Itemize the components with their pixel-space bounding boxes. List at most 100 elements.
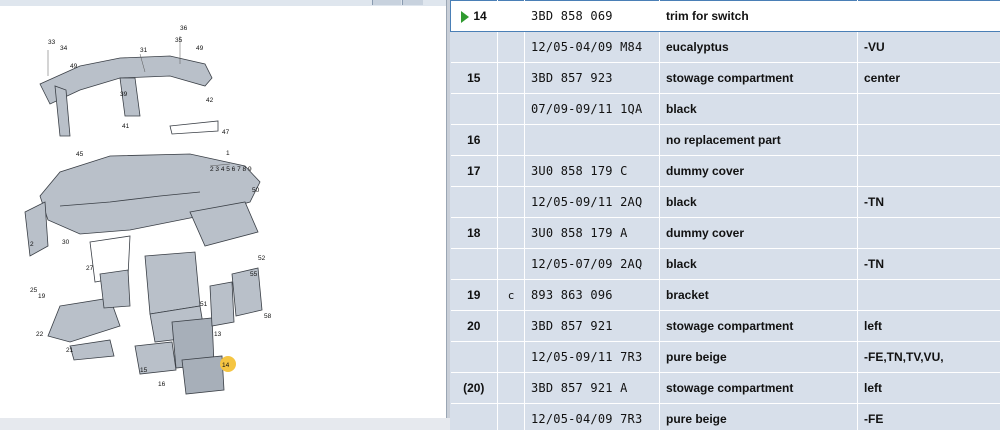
table-row[interactable]: 15 3BD 857 923 stowage compartment center	[450, 62, 1000, 94]
indicator-cell	[497, 217, 525, 249]
svg-text:41: 41	[122, 123, 130, 130]
remark-cell: left	[857, 310, 1000, 342]
svg-text:16: 16	[158, 381, 166, 388]
table-row[interactable]: 12/05-07/09 2AQ black -TN	[450, 248, 1000, 280]
remark-cell-text: center	[864, 71, 901, 85]
remark-cell: left	[857, 372, 1000, 404]
part-number-cell-text: 3BD 858 069	[531, 9, 613, 23]
table-row[interactable]: 14 3BD 858 069 trim for switch	[450, 0, 1000, 32]
position-cell: 19	[450, 279, 498, 311]
svg-text:30: 30	[62, 239, 70, 246]
indicator-cell	[497, 93, 525, 125]
indicator-cell	[497, 403, 525, 430]
description-cell-text: pure beige	[666, 350, 727, 364]
svg-text:2: 2	[30, 241, 34, 248]
svg-text:49: 49	[70, 63, 78, 70]
description-cell-text: eucalyptus	[666, 40, 729, 54]
part-number-cell-text: 12/05-09/11 2AQ	[531, 195, 643, 209]
part-number-cell: 3BD 857 921	[524, 310, 660, 342]
position-cell: 16	[450, 124, 498, 156]
remark-cell	[857, 93, 1000, 125]
table-row[interactable]: 19 c 893 863 096 bracket	[450, 279, 1000, 311]
svg-text:47: 47	[222, 129, 230, 136]
position-cell: 14	[450, 0, 498, 32]
toolbar-button[interactable]	[402, 0, 423, 5]
table-row[interactable]: (20) 3BD 857 921 A stowage compartment left	[450, 372, 1000, 404]
position-cell: 18	[450, 217, 498, 249]
svg-text:25: 25	[30, 287, 38, 294]
table-row[interactable]: 17 3U0 858 179 C dummy cover	[450, 155, 1000, 187]
indicator-cell	[497, 124, 525, 156]
position-cell: 15	[450, 62, 498, 94]
table-row[interactable]: 07/09-09/11 1QA black	[450, 93, 1000, 125]
position-cell-text: 17	[467, 164, 481, 178]
description-cell: stowage compartment	[659, 310, 858, 342]
table-row[interactable]: 12/05-09/11 2AQ black -TN	[450, 186, 1000, 218]
part-number-cell-text: 3U0 858 179 A	[531, 226, 628, 240]
svg-text:45: 45	[76, 151, 84, 158]
position-cell	[450, 93, 498, 125]
svg-text:35: 35	[175, 37, 183, 44]
remark-cell-text: -TN	[864, 257, 884, 271]
part-number-cell	[524, 124, 660, 156]
description-cell-text: trim for switch	[666, 9, 749, 23]
table-row[interactable]: 18 3U0 858 179 A dummy cover	[450, 217, 1000, 249]
part-number-cell-text: 3U0 858 179 C	[531, 164, 628, 178]
parts-table: 14 3BD 858 069 trim for switch 12/05-04/09 …	[450, 0, 1000, 430]
description-cell: no replacement part	[659, 124, 858, 156]
position-cell-text: 18	[467, 226, 481, 240]
status-strip	[0, 418, 450, 430]
position-cell: 17	[450, 155, 498, 187]
part-number-cell: 07/09-09/11 1QA	[524, 93, 660, 125]
remark-cell	[857, 279, 1000, 311]
table-row[interactable]: 12/05-09/11 7R3 pure beige -FE,TN,TV,VU,	[450, 341, 1000, 373]
description-cell-text: dummy cover	[666, 164, 745, 178]
parts-list-pane: 14 3BD 858 069 trim for switch 12/05-04/09 …	[450, 0, 1000, 430]
description-cell-text: bracket	[666, 288, 709, 302]
remark-cell: -TN	[857, 186, 1000, 218]
remark-cell-text: -TN	[864, 195, 884, 209]
indicator-cell	[497, 372, 525, 404]
svg-text:22: 22	[36, 331, 44, 338]
position-cell-text: 20	[467, 319, 481, 333]
svg-text:33: 33	[48, 39, 56, 46]
table-row[interactable]: 20 3BD 857 921 stowage compartment left	[450, 310, 1000, 342]
part-number-cell: 3BD 858 069	[524, 0, 660, 32]
toolbar-button[interactable]	[372, 0, 401, 5]
selected-row-arrow-icon	[461, 10, 470, 23]
part-number-cell-text: 12/05-04/09 7R3	[531, 412, 643, 426]
svg-text:55: 55	[250, 271, 258, 278]
description-cell: eucalyptus	[659, 31, 858, 63]
svg-text:42: 42	[206, 97, 214, 104]
description-cell: black	[659, 93, 858, 125]
description-cell: black	[659, 186, 858, 218]
indicator-cell-text: c	[507, 288, 515, 302]
indicator-cell: c	[497, 279, 525, 311]
indicator-cell	[497, 62, 525, 94]
position-cell-text: 19	[467, 288, 481, 302]
description-cell: bracket	[659, 279, 858, 311]
table-row[interactable]: 16 no replacement part	[450, 124, 1000, 156]
svg-text:27: 27	[86, 265, 94, 272]
remark-cell: -FE	[857, 403, 1000, 430]
part-number-cell-text: 12/05-09/11 7R3	[531, 350, 643, 364]
table-row[interactable]: 12/05-04/09 M84 eucalyptus -VU	[450, 31, 1000, 63]
parts-diagram: 33 34 49 31 36 35 49 39 42 41 47 45 1 2 3 4 5 6…	[0, 6, 446, 418]
svg-text:49: 49	[196, 45, 204, 52]
part-number-cell: 12/05-09/11 7R3	[524, 341, 660, 373]
remark-cell-text: -FE	[864, 412, 884, 426]
description-cell: pure beige	[659, 341, 858, 373]
remark-cell	[857, 217, 1000, 249]
part-number-cell-text: 893 863 096	[531, 288, 613, 302]
description-cell: trim for switch	[659, 0, 858, 32]
description-cell: stowage compartment	[659, 62, 858, 94]
position-cell	[450, 186, 498, 218]
description-cell-text: black	[666, 257, 697, 271]
svg-text:50: 50	[252, 187, 260, 194]
indicator-cell	[497, 0, 525, 32]
table-row[interactable]: 12/05-04/09 7R3 pure beige -FE	[450, 403, 1000, 430]
remark-cell: -FE,TN,TV,VU,	[857, 341, 1000, 373]
part-number-cell: 3U0 858 179 A	[524, 217, 660, 249]
description-cell-text: no replacement part	[666, 133, 781, 147]
part-number-cell-text: 3BD 857 923	[531, 71, 613, 85]
